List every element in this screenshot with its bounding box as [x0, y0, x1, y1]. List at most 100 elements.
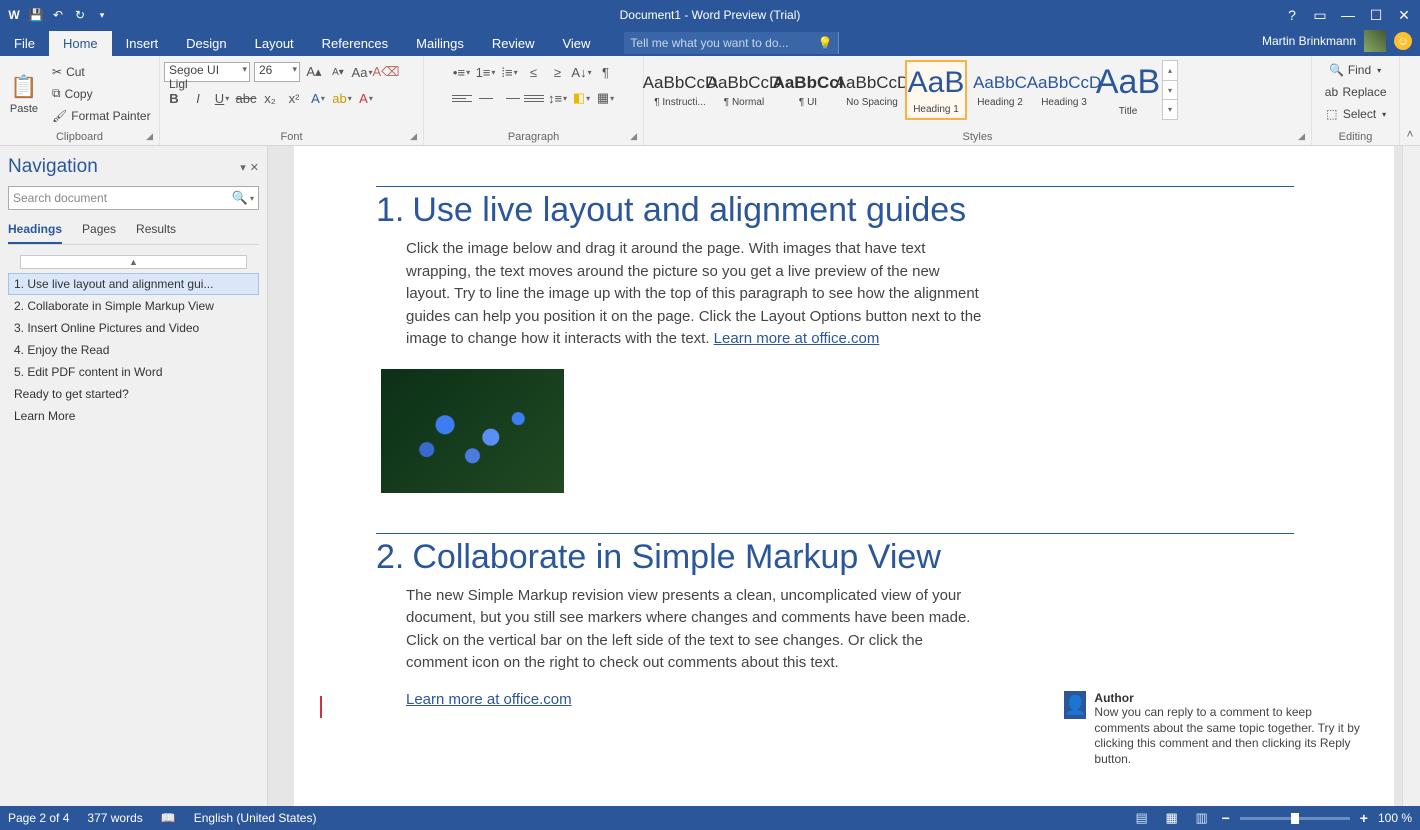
dialog-launcher-icon[interactable]: ◢ — [1298, 131, 1305, 142]
increase-indent-icon[interactable]: ≥ — [548, 62, 568, 82]
align-left-icon[interactable] — [452, 88, 472, 108]
grow-font-icon[interactable]: A▴ — [304, 62, 324, 82]
collapse-ribbon-icon[interactable]: ˄ — [1400, 56, 1420, 145]
vertical-scrollbar[interactable] — [1402, 146, 1420, 806]
zoom-slider[interactable] — [1240, 817, 1350, 820]
nav-tab-headings[interactable]: Headings — [8, 222, 62, 244]
heading-1[interactable]: 1. Use live layout and alignment guides — [376, 186, 1294, 230]
style-heading-1[interactable]: AaBHeading 1 — [905, 60, 967, 120]
proofing-icon[interactable]: 📖 — [161, 811, 176, 825]
style-heading-3[interactable]: AaBbCcDHeading 3 — [1033, 60, 1095, 120]
tab-mailings[interactable]: Mailings — [402, 31, 478, 56]
zoom-out-button[interactable]: − — [1222, 810, 1230, 826]
ribbon-display-icon[interactable]: ▭ — [1308, 4, 1332, 26]
nav-heading-item[interactable]: 4. Enjoy the Read — [8, 339, 259, 361]
font-size-combo[interactable]: 26▾ — [254, 62, 300, 82]
feedback-smiley-icon[interactable]: ☺ — [1394, 32, 1412, 50]
font-name-combo[interactable]: Segoe UI Ligl▾ — [164, 62, 250, 82]
close-icon[interactable]: ✕ — [1392, 4, 1416, 26]
nav-heading-item[interactable]: 1. Use live layout and alignment gui... — [8, 273, 259, 295]
nav-heading-item[interactable]: 5. Edit PDF content in Word — [8, 361, 259, 383]
multilevel-list-icon[interactable]: ⁞≡ — [500, 62, 520, 82]
bullets-icon[interactable]: •≡ — [452, 62, 472, 82]
zoom-in-button[interactable]: + — [1360, 810, 1368, 826]
style-heading-2[interactable]: AaBbCHeading 2 — [969, 60, 1031, 120]
maximize-icon[interactable]: ☐ — [1364, 4, 1388, 26]
dialog-launcher-icon[interactable]: ◢ — [630, 131, 637, 142]
find-button[interactable]: 🔍Find▾ — [1326, 60, 1385, 80]
nav-search-input[interactable]: Search document 🔍 ▾ — [8, 186, 259, 210]
highlight-icon[interactable]: ab — [332, 88, 352, 108]
body-paragraph[interactable]: The new Simple Markup revision view pres… — [406, 585, 986, 675]
undo-icon[interactable]: ↶ — [50, 7, 66, 23]
justify-icon[interactable] — [524, 88, 544, 108]
qat-dropdown-icon[interactable]: ▾ — [94, 7, 110, 23]
nav-tab-results[interactable]: Results — [136, 222, 176, 244]
decrease-indent-icon[interactable]: ≤ — [524, 62, 544, 82]
web-layout-icon[interactable]: ▥ — [1192, 810, 1212, 826]
dialog-launcher-icon[interactable]: ◢ — [146, 131, 153, 142]
user-avatar[interactable] — [1364, 30, 1386, 52]
font-color-icon[interactable]: A — [356, 88, 376, 108]
tell-me-box[interactable]: Tell me what you want to do... 💡 — [624, 32, 839, 54]
text-effects-icon[interactable]: A — [308, 88, 328, 108]
save-icon[interactable]: 💾 — [28, 7, 44, 23]
underline-icon[interactable]: U — [212, 88, 232, 108]
help-icon[interactable]: ? — [1280, 4, 1304, 26]
user-name[interactable]: Martin Brinkmann — [1262, 34, 1356, 48]
style--instructi-[interactable]: AaBbCcD¶ Instructi... — [649, 60, 711, 120]
subscript-icon[interactable]: x₂ — [260, 88, 280, 108]
format-painter-button[interactable]: 🖌Format Painter — [48, 106, 155, 126]
cut-button[interactable]: ✂Cut — [48, 62, 155, 82]
nav-tab-pages[interactable]: Pages — [82, 222, 116, 244]
nav-heading-item[interactable]: Ready to get started? — [8, 383, 259, 405]
heading-2[interactable]: 2. Collaborate in Simple Markup View — [376, 533, 1294, 577]
paste-button[interactable]: 📋 Paste — [4, 73, 44, 115]
shading-icon[interactable]: ◧ — [572, 88, 592, 108]
comment-balloon[interactable]: 👤 Author Now you can reply to a comment … — [1064, 691, 1364, 767]
tab-file[interactable]: File — [0, 31, 49, 56]
nav-heading-item[interactable]: Learn More — [8, 405, 259, 427]
superscript-icon[interactable]: x² — [284, 88, 304, 108]
strikethrough-icon[interactable]: abc — [236, 88, 256, 108]
read-mode-icon[interactable]: ▤ — [1132, 810, 1152, 826]
style-no-spacing[interactable]: AaBbCcDNo Spacing — [841, 60, 903, 120]
tab-home[interactable]: Home — [49, 31, 112, 56]
nav-heading-item[interactable]: 2. Collaborate in Simple Markup View — [8, 295, 259, 317]
body-paragraph[interactable]: Click the image below and drag it around… — [406, 238, 986, 351]
numbering-icon[interactable]: 1≡ — [476, 62, 496, 82]
style-title[interactable]: AaBTitle — [1097, 60, 1159, 120]
nav-options-icon[interactable]: ▾ — [240, 161, 246, 174]
minimize-icon[interactable]: — — [1336, 4, 1360, 26]
tab-review[interactable]: Review — [478, 31, 549, 56]
style--normal[interactable]: AaBbCcD¶ Normal — [713, 60, 775, 120]
line-spacing-icon[interactable]: ↕≡ — [548, 88, 568, 108]
tab-references[interactable]: References — [308, 31, 402, 56]
select-button[interactable]: ⬚Select▾ — [1321, 104, 1390, 124]
align-center-icon[interactable] — [476, 88, 496, 108]
language-indicator[interactable]: English (United States) — [194, 811, 317, 825]
style--ui[interactable]: AaBbCcI¶ UI — [777, 60, 839, 120]
inline-image[interactable] — [381, 369, 564, 493]
document-page[interactable]: 1. Use live layout and alignment guides … — [294, 146, 1394, 806]
borders-icon[interactable]: ▦ — [596, 88, 616, 108]
style-gallery-scroll[interactable]: ▴▾▾ — [1162, 60, 1178, 120]
document-area[interactable]: 1. Use live layout and alignment guides … — [268, 146, 1420, 806]
learn-more-link[interactable]: Learn more at office.com — [714, 330, 880, 347]
nav-collapse-all-icon[interactable]: ▲ — [20, 255, 247, 269]
tab-insert[interactable]: Insert — [112, 31, 173, 56]
show-marks-icon[interactable]: ¶ — [596, 62, 616, 82]
tab-view[interactable]: View — [548, 31, 604, 56]
shrink-font-icon[interactable]: A▾ — [328, 62, 348, 82]
clear-formatting-icon[interactable]: A⌫ — [376, 62, 396, 82]
nav-close-icon[interactable]: ✕ — [250, 161, 259, 174]
print-layout-icon[interactable]: ▦ — [1162, 810, 1182, 826]
learn-more-link[interactable]: Learn more at office.com — [406, 691, 572, 708]
change-case-icon[interactable]: Aa — [352, 62, 372, 82]
zoom-level[interactable]: 100 % — [1378, 811, 1412, 825]
tab-design[interactable]: Design — [172, 31, 240, 56]
align-right-icon[interactable] — [500, 88, 520, 108]
italic-icon[interactable]: I — [188, 88, 208, 108]
word-count[interactable]: 377 words — [87, 811, 142, 825]
dialog-launcher-icon[interactable]: ◢ — [410, 131, 417, 142]
